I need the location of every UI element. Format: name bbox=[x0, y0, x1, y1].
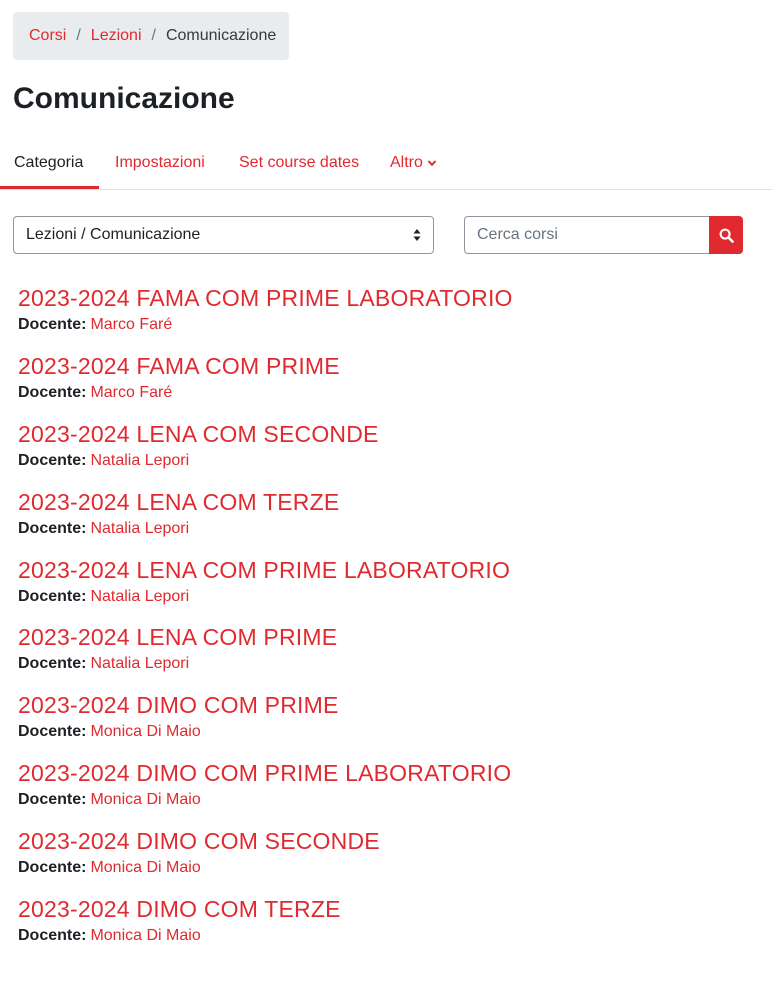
teacher-label: Docente: bbox=[18, 316, 87, 333]
course-item: 2023-2024 LENA COM SECONDE Docente: Natal… bbox=[18, 416, 758, 484]
teacher-label: Docente: bbox=[18, 655, 87, 672]
course-item: 2023-2024 FAMA COM PRIME Docente: Marco F… bbox=[18, 348, 758, 416]
category-select-value: Lezioni / Comunicazione bbox=[26, 226, 201, 243]
teacher-line: Docente: Monica Di Maio bbox=[18, 720, 758, 744]
teacher-link[interactable]: Monica Di Maio bbox=[90, 927, 200, 944]
course-link[interactable]: 2023-2024 DIMO COM SECONDE bbox=[18, 823, 758, 859]
teacher-line: Docente: Monica Di Maio bbox=[18, 788, 758, 812]
course-item: 2023-2024 LENA COM TERZE Docente: Natalia… bbox=[18, 484, 758, 552]
course-link[interactable]: 2023-2024 DIMO COM PRIME LABORATORIO bbox=[18, 755, 758, 791]
course-link[interactable]: 2023-2024 LENA COM SECONDE bbox=[18, 416, 758, 452]
teacher-line: Docente: Marco Faré bbox=[18, 381, 758, 405]
search-button[interactable] bbox=[709, 216, 743, 254]
course-link[interactable]: 2023-2024 FAMA COM PRIME bbox=[18, 348, 758, 384]
tab-altro[interactable]: Altro bbox=[390, 136, 437, 189]
tab-label: Impostazioni bbox=[115, 153, 205, 171]
course-link[interactable]: 2023-2024 DIMO COM PRIME bbox=[18, 687, 758, 723]
teacher-label: Docente: bbox=[18, 384, 87, 401]
teacher-label: Docente: bbox=[18, 927, 87, 944]
teacher-line: Docente: Natalia Lepori bbox=[18, 449, 758, 473]
search-icon bbox=[719, 228, 734, 243]
chevron-down-icon bbox=[427, 159, 437, 166]
course-item: 2023-2024 LENA COM PRIME LABORATORIO Doc… bbox=[18, 552, 758, 619]
course-item: 2023-2024 FAMA COM PRIME LABORATORIO Doc… bbox=[18, 280, 758, 348]
teacher-link[interactable]: Marco Faré bbox=[90, 384, 172, 401]
course-item: 2023-2024 DIMO COM TERZE Docente: Monica … bbox=[18, 891, 758, 959]
breadcrumb: Corsi / Lezioni / Comunicazione bbox=[13, 12, 289, 60]
active-tab-indicator bbox=[0, 186, 99, 189]
breadcrumb-link-lezioni[interactable]: Lezioni bbox=[91, 27, 142, 45]
tab-impostazioni[interactable]: Impostazioni bbox=[115, 136, 205, 189]
teacher-link[interactable]: Natalia Lepori bbox=[90, 588, 189, 605]
teacher-link[interactable]: Monica Di Maio bbox=[90, 791, 200, 808]
teacher-label: Docente: bbox=[18, 859, 87, 876]
course-item: 2023-2024 LENA COM PRIME Docente: Natalia… bbox=[18, 619, 758, 687]
teacher-line: Docente: Marco Faré bbox=[18, 313, 758, 337]
course-link[interactable]: 2023-2024 LENA COM TERZE bbox=[18, 484, 758, 520]
teacher-line: Docente: Natalia Lepori bbox=[18, 652, 758, 676]
secondary-navigation: Categoria Impostazioni Set course dates … bbox=[0, 136, 772, 190]
search-input[interactable] bbox=[464, 216, 710, 254]
breadcrumb-current: Comunicazione bbox=[165, 27, 277, 44]
teacher-link[interactable]: Natalia Lepori bbox=[90, 655, 189, 672]
course-link[interactable]: 2023-2024 DIMO COM TERZE bbox=[18, 891, 758, 927]
page: Corsi / Lezioni / Comunicazione Comunica… bbox=[0, 0, 772, 982]
breadcrumb-separator: / bbox=[151, 27, 156, 44]
teacher-line: Docente: Natalia Lepori bbox=[18, 517, 758, 541]
course-item: 2023-2024 DIMO COM PRIME Docente: Monica … bbox=[18, 687, 758, 755]
teacher-label: Docente: bbox=[18, 452, 87, 469]
tab-label: Altro bbox=[390, 153, 423, 171]
teacher-link[interactable]: Monica Di Maio bbox=[90, 859, 200, 876]
teacher-link[interactable]: Monica Di Maio bbox=[90, 723, 200, 740]
course-item: 2023-2024 DIMO COM SECONDE Docente: Monic… bbox=[18, 823, 758, 891]
teacher-label: Docente: bbox=[18, 520, 87, 537]
course-link[interactable]: 2023-2024 FAMA COM PRIME LABORATORIO bbox=[18, 280, 758, 316]
teacher-label: Docente: bbox=[18, 723, 87, 740]
teacher-label: Docente: bbox=[18, 791, 87, 808]
tab-label: Categoria bbox=[14, 153, 84, 171]
teacher-link[interactable]: Marco Faré bbox=[90, 316, 172, 333]
teacher-link[interactable]: Natalia Lepori bbox=[90, 452, 189, 469]
select-arrows-icon bbox=[413, 229, 421, 241]
teacher-line: Docente: Monica Di Maio bbox=[18, 924, 758, 948]
teacher-link[interactable]: Natalia Lepori bbox=[90, 520, 189, 537]
tab-set-course-dates[interactable]: Set course dates bbox=[239, 136, 359, 189]
breadcrumb-separator: / bbox=[76, 27, 81, 44]
course-link[interactable]: 2023-2024 LENA COM PRIME LABORATORIO bbox=[18, 552, 758, 588]
teacher-label: Docente: bbox=[18, 588, 87, 605]
category-select[interactable]: Lezioni / Comunicazione bbox=[13, 216, 434, 254]
course-item: 2023-2024 DIMO COM PRIME LABORATORIO Doc… bbox=[18, 755, 758, 823]
page-title: Comunicazione bbox=[13, 82, 235, 115]
breadcrumb-link-corsi[interactable]: Corsi bbox=[29, 27, 66, 45]
teacher-line: Docente: Monica Di Maio bbox=[18, 856, 758, 880]
teacher-line: Docente: Natalia Lepori bbox=[18, 585, 758, 609]
tab-categoria[interactable]: Categoria bbox=[14, 136, 83, 189]
course-list: 2023-2024 FAMA COM PRIME LABORATORIO Doc… bbox=[18, 280, 758, 959]
course-link[interactable]: 2023-2024 LENA COM PRIME bbox=[18, 619, 758, 655]
tab-label: Set course dates bbox=[239, 153, 360, 171]
